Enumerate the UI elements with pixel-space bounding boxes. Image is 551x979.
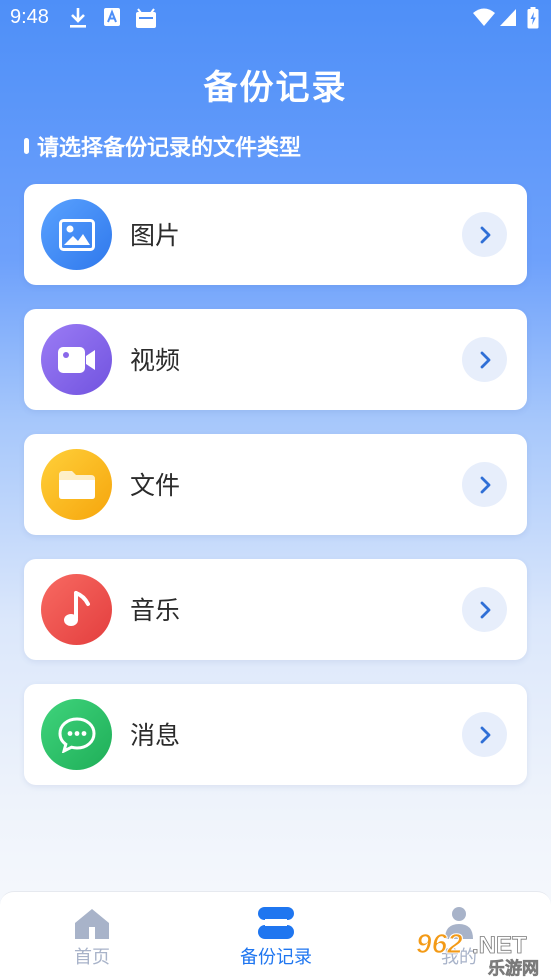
category-icon-badge (41, 449, 112, 520)
svg-text:962: 962 (416, 928, 463, 959)
category-label: 视频 (130, 346, 181, 375)
category-label: 图片 (130, 221, 181, 250)
chevron-right-icon[interactable] (462, 337, 507, 382)
battery-icon (527, 7, 539, 29)
status-bar: 9:48 (0, 0, 551, 38)
watermark-logo: 962 .NET 乐游网 (416, 928, 540, 979)
nav-tab-backup-records[interactable]: 备份记录 (206, 892, 346, 979)
folder-icon (58, 470, 95, 499)
app-notification-icon (104, 8, 120, 26)
section-label-text: 请选择备份记录的文件类型 (37, 136, 302, 161)
page-title: 备份记录 (203, 68, 348, 108)
chat-bubble-icon (57, 716, 96, 753)
category-label: 消息 (130, 721, 181, 750)
svg-text:乐游网: 乐游网 (488, 958, 539, 978)
category-card-music[interactable]: 音乐 (24, 559, 527, 660)
category-icon-badge (41, 574, 112, 645)
home-icon (75, 909, 109, 939)
android-icon (136, 8, 156, 28)
nav-label: 首页 (74, 947, 110, 968)
category-card-videos[interactable]: 视频 (24, 309, 527, 410)
category-card-messages[interactable]: 消息 (24, 684, 527, 785)
signal-icon (500, 9, 516, 26)
category-icon-badge (41, 199, 112, 270)
download-icon (70, 8, 86, 28)
chevron-right-icon[interactable] (462, 712, 507, 757)
category-card-files[interactable]: 文件 (24, 434, 527, 535)
video-camera-icon (57, 346, 95, 373)
category-card-images[interactable]: 图片 (24, 184, 527, 285)
music-note-icon (63, 590, 90, 626)
nav-label: 备份记录 (240, 947, 312, 968)
svg-text:.NET: .NET (472, 932, 527, 959)
section-label: 请选择备份记录的文件类型 (24, 131, 301, 161)
chevron-right-icon[interactable] (462, 587, 507, 632)
chevron-right-icon[interactable] (462, 212, 507, 257)
category-icon-badge (41, 699, 112, 770)
wifi-icon (473, 8, 495, 26)
chevron-right-icon[interactable] (462, 462, 507, 507)
category-label: 音乐 (130, 596, 181, 625)
nav-tab-home[interactable]: 首页 (22, 892, 162, 979)
section-marker (24, 138, 29, 154)
backup-records-icon (258, 907, 294, 939)
category-label: 文件 (130, 471, 181, 500)
category-icon-badge (41, 324, 112, 395)
image-icon (58, 218, 95, 251)
status-time: 9:48 (10, 6, 49, 28)
